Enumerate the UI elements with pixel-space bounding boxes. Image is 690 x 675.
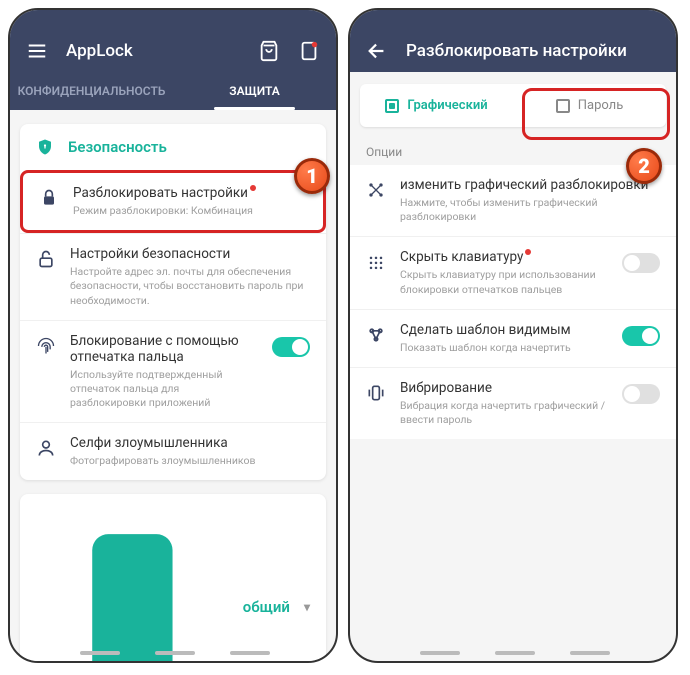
segment-pattern[interactable]: Графический [360, 84, 513, 127]
shop-icon[interactable] [258, 40, 280, 62]
content-area: Безопасность Разблокировать настройки Ре… [10, 110, 336, 661]
hidekb-toggle[interactable] [622, 253, 660, 273]
row-vibrate[interactable]: Вибрирование Вибрация когда начертить гр… [350, 367, 676, 439]
visible-title: Сделать шаблон видимым [400, 322, 608, 338]
unlock-title: Разблокировать настройки [73, 185, 248, 201]
segment-password[interactable]: Пароль [513, 84, 666, 127]
padlock-icon [36, 249, 56, 269]
options-list: изменить графический разблокировки Нажми… [350, 165, 676, 439]
step-badge-2: 2 [626, 148, 662, 184]
row-hide-keyboard[interactable]: Скрыть клавиатуру Скрыть клавиатуру при … [350, 236, 676, 308]
finger-text: Блокирование с помощью отпечатка пальца … [70, 333, 258, 411]
row-security-settings[interactable]: Настройки безопасности Настройте адрес э… [20, 233, 326, 320]
secset-text: Настройки безопасности Настройте адрес э… [70, 246, 310, 308]
square-check-icon [385, 99, 399, 113]
status-bar [350, 10, 676, 30]
finger-title: Блокирование с помощью отпечатка пальца [70, 333, 258, 365]
unlock-type-segment: Графический Пароль [360, 84, 666, 127]
selfie-text: Селфи злоумышленника Фотографировать зло… [70, 435, 310, 468]
nav-pill [420, 651, 460, 655]
keyboard-icon [366, 252, 386, 272]
pattern-icon [366, 180, 386, 200]
row-change-pattern[interactable]: изменить графический разблокировки Нажми… [350, 165, 676, 236]
app-title: AppLock [66, 41, 240, 61]
visible-icon [366, 325, 386, 345]
row-fingerprint[interactable]: Блокирование с помощью отпечатка пальца … [20, 320, 326, 423]
app-header: AppLock [10, 30, 336, 72]
screen-applock-settings: AppLock КОНФИДЕНЦИАЛЬНОСТЬ ЗАЩИТА Безопа… [8, 8, 338, 663]
shield-icon [36, 138, 54, 156]
visible-sub: Показать шаблон когда начертить [400, 341, 608, 355]
vibrate-icon [366, 383, 386, 403]
row-intruder-selfie[interactable]: Селфи злоумышленника Фотографировать зло… [20, 422, 326, 480]
finger-sub: Используйте подтвержденный отпечаток пал… [70, 368, 258, 411]
hidekb-sub: Скрыть клавиатуру при использовании блок… [400, 268, 608, 296]
secset-sub: Настройте адрес эл. почты для обеспечени… [70, 265, 310, 308]
screen-title: Разблокировать настройки [406, 41, 660, 61]
tab-protect[interactable]: ЗАЩИТА [173, 72, 336, 110]
visible-toggle[interactable] [622, 326, 660, 346]
general-card[interactable]: общий ▾ [20, 494, 326, 661]
fingerprint-toggle[interactable] [272, 337, 310, 357]
security-header: Безопасность [20, 124, 326, 170]
selfie-sub: Фотографировать злоумышленников [70, 454, 310, 468]
new-dot-icon [250, 185, 256, 191]
security-header-label: Безопасность [68, 138, 167, 156]
theme-icon[interactable] [298, 40, 320, 62]
vibrate-sub: Вибрация когда начертить графический / в… [400, 399, 608, 427]
chevron-down-icon: ▾ [304, 600, 310, 614]
phone-icon [36, 510, 229, 661]
screen-unlock-settings: Разблокировать настройки Графический Пар… [348, 8, 678, 663]
row-pattern-visible[interactable]: Сделать шаблон видимым Показать шаблон к… [350, 309, 676, 367]
square-icon [556, 99, 570, 113]
unlock-text: Разблокировать настройки Режим разблокир… [73, 185, 307, 218]
menu-icon[interactable] [26, 40, 48, 62]
unlock-sub: Режим разблокировки: Комбинация [73, 204, 307, 218]
status-bar [10, 10, 336, 30]
vibrate-title: Вибрирование [400, 380, 608, 396]
change-sub: Нажмите, чтобы изменить графический разб… [400, 196, 660, 224]
general-label: общий [243, 598, 290, 616]
selfie-title: Селфи злоумышленника [70, 435, 310, 451]
segment-password-label: Пароль [578, 98, 624, 113]
segment-pattern-label: Графический [407, 98, 487, 113]
row-unlock-settings[interactable]: Разблокировать настройки Режим разблокир… [20, 170, 326, 233]
nav-pill [495, 651, 535, 655]
nav-pill [155, 651, 195, 655]
tabs: КОНФИДЕНЦИАЛЬНОСТЬ ЗАЩИТА [10, 72, 336, 110]
tab-privacy[interactable]: КОНФИДЕНЦИАЛЬНОСТЬ [10, 72, 173, 110]
segment-container: Графический Пароль [350, 72, 676, 133]
hidekb-title: Скрыть клавиатуру [400, 249, 523, 265]
nav-pill [570, 651, 610, 655]
new-dot-icon [525, 249, 531, 255]
nav-pill [230, 651, 270, 655]
change-title: изменить графический разблокировки [400, 177, 660, 193]
vibrate-toggle[interactable] [622, 384, 660, 404]
nav-pill [80, 651, 120, 655]
app-header: Разблокировать настройки [350, 30, 676, 72]
security-card: Безопасность Разблокировать настройки Ре… [20, 124, 326, 480]
back-icon[interactable] [366, 40, 388, 62]
fingerprint-icon [36, 336, 56, 356]
step-badge-1: 1 [294, 158, 330, 194]
secset-title: Настройки безопасности [70, 246, 310, 262]
lock-icon [39, 188, 59, 208]
intruder-icon [36, 438, 56, 458]
